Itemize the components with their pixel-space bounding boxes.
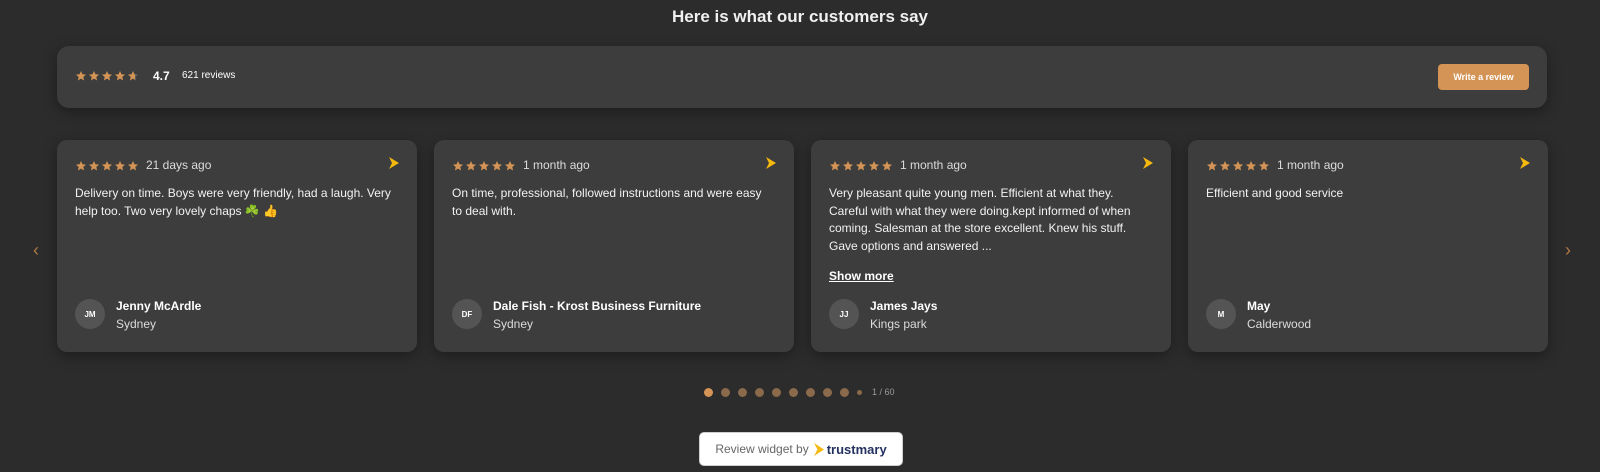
- reviewer-location: Kings park: [870, 317, 927, 331]
- avatar: JM: [75, 299, 105, 329]
- show-more-link[interactable]: Show more: [829, 269, 894, 283]
- reviewer-name: Jenny McArdle: [116, 299, 202, 313]
- pagination-dot[interactable]: [721, 387, 730, 397]
- star-icon: [75, 160, 87, 172]
- reviewer-name: May: [1247, 299, 1271, 313]
- badge-prefix: Review widget by: [715, 442, 809, 456]
- average-rating: 4.7: [153, 69, 170, 83]
- review-text: On time, professional, followed instruct…: [452, 186, 762, 218]
- reviewer-location: Sydney: [116, 317, 157, 331]
- trustmary-logo-icon: [813, 442, 824, 456]
- carousel-prev-button[interactable]: ‹: [28, 240, 44, 260]
- star-icon: [478, 160, 490, 172]
- star-icon: [1206, 160, 1218, 172]
- review-text: Delivery on time. Boys were very friendl…: [75, 186, 391, 218]
- write-review-button[interactable]: Write a review: [1438, 64, 1529, 90]
- review-text: Very pleasant quite young men. Efficient…: [829, 186, 1131, 253]
- pagination-dot[interactable]: [840, 387, 849, 397]
- review-card[interactable]: 21 days ago Delivery on time. Boys were …: [57, 140, 417, 352]
- review-text: Efficient and good service: [1206, 186, 1344, 200]
- star-icon: [829, 160, 841, 172]
- review-stars: [829, 160, 894, 172]
- trustmary-source-icon: [1143, 157, 1153, 169]
- reviewer-location: Calderwood: [1247, 317, 1312, 331]
- reviewer-name: Dale Fish - Krost Business Furniture: [493, 299, 702, 313]
- section-heading: Here is what our customers say: [671, 7, 929, 26]
- trustmary-source-icon: [766, 157, 776, 169]
- star-icon: [452, 160, 464, 172]
- star-icon: [1232, 160, 1244, 172]
- reviews-widget: Here is what our customers say 4.7 621 r…: [0, 0, 1600, 472]
- pagination-dot[interactable]: [789, 387, 798, 397]
- star-icon: [465, 160, 477, 172]
- star-icon: [114, 160, 126, 172]
- page-indicator: 1 / 60: [872, 387, 895, 397]
- reviewer-name: James Jays: [870, 299, 938, 313]
- reviewer-location: Sydney: [493, 317, 534, 331]
- pagination-dot[interactable]: [738, 387, 747, 397]
- star-icon: [868, 160, 880, 172]
- review-date: 1 month ago: [900, 158, 967, 172]
- pagination-dot[interactable]: [704, 387, 713, 397]
- star-icon: [881, 160, 893, 172]
- star-icon: [88, 160, 100, 172]
- chevron-left-icon: ‹: [33, 239, 39, 260]
- star-icon: [855, 160, 867, 172]
- star-icon: [842, 160, 854, 172]
- review-card[interactable]: 1 month ago Efficient and good service M…: [1188, 140, 1548, 352]
- review-date: 1 month ago: [1277, 158, 1344, 172]
- review-count: 621 reviews: [182, 70, 236, 81]
- star-icon: [1258, 160, 1270, 172]
- trustmary-source-icon: [389, 157, 399, 169]
- carousel-next-button[interactable]: ›: [1560, 240, 1576, 260]
- star-icon: [101, 160, 113, 172]
- carousel-pagination: 1 / 60: [704, 387, 895, 397]
- half-star-icon: [127, 70, 139, 82]
- pagination-dot[interactable]: [823, 387, 832, 397]
- review-date: 21 days ago: [146, 158, 212, 172]
- star-icon: [101, 70, 113, 82]
- review-card[interactable]: 1 month ago On time, professional, follo…: [434, 140, 794, 352]
- rating-summary-bar: 4.7 621 reviews Write a review: [57, 46, 1547, 108]
- pagination-dot[interactable]: [772, 387, 781, 397]
- star-icon: [1219, 160, 1231, 172]
- review-stars: [75, 160, 140, 172]
- pagination-dot[interactable]: [755, 387, 764, 397]
- star-icon: [504, 160, 516, 172]
- pagination-dot[interactable]: [857, 389, 862, 395]
- trustmary-badge[interactable]: Review widget by trustmary: [699, 432, 903, 466]
- avatar: M: [1206, 299, 1236, 329]
- avatar: DF: [452, 299, 482, 329]
- star-icon: [88, 70, 100, 82]
- review-card[interactable]: 1 month ago Very pleasant quite young me…: [811, 140, 1171, 352]
- star-icon: [491, 160, 503, 172]
- review-stars: [452, 160, 517, 172]
- trustmary-source-icon: [1520, 157, 1530, 169]
- avatar: JJ: [829, 299, 859, 329]
- pagination-dot[interactable]: [806, 387, 815, 397]
- review-stars: [1206, 160, 1271, 172]
- review-date: 1 month ago: [523, 158, 590, 172]
- star-icon: [114, 70, 126, 82]
- badge-brand: trustmary: [826, 441, 887, 457]
- chevron-right-icon: ›: [1565, 239, 1571, 260]
- star-icon: [75, 70, 87, 82]
- star-icon: [1245, 160, 1257, 172]
- star-icon: [127, 160, 139, 172]
- summary-stars: [75, 70, 140, 82]
